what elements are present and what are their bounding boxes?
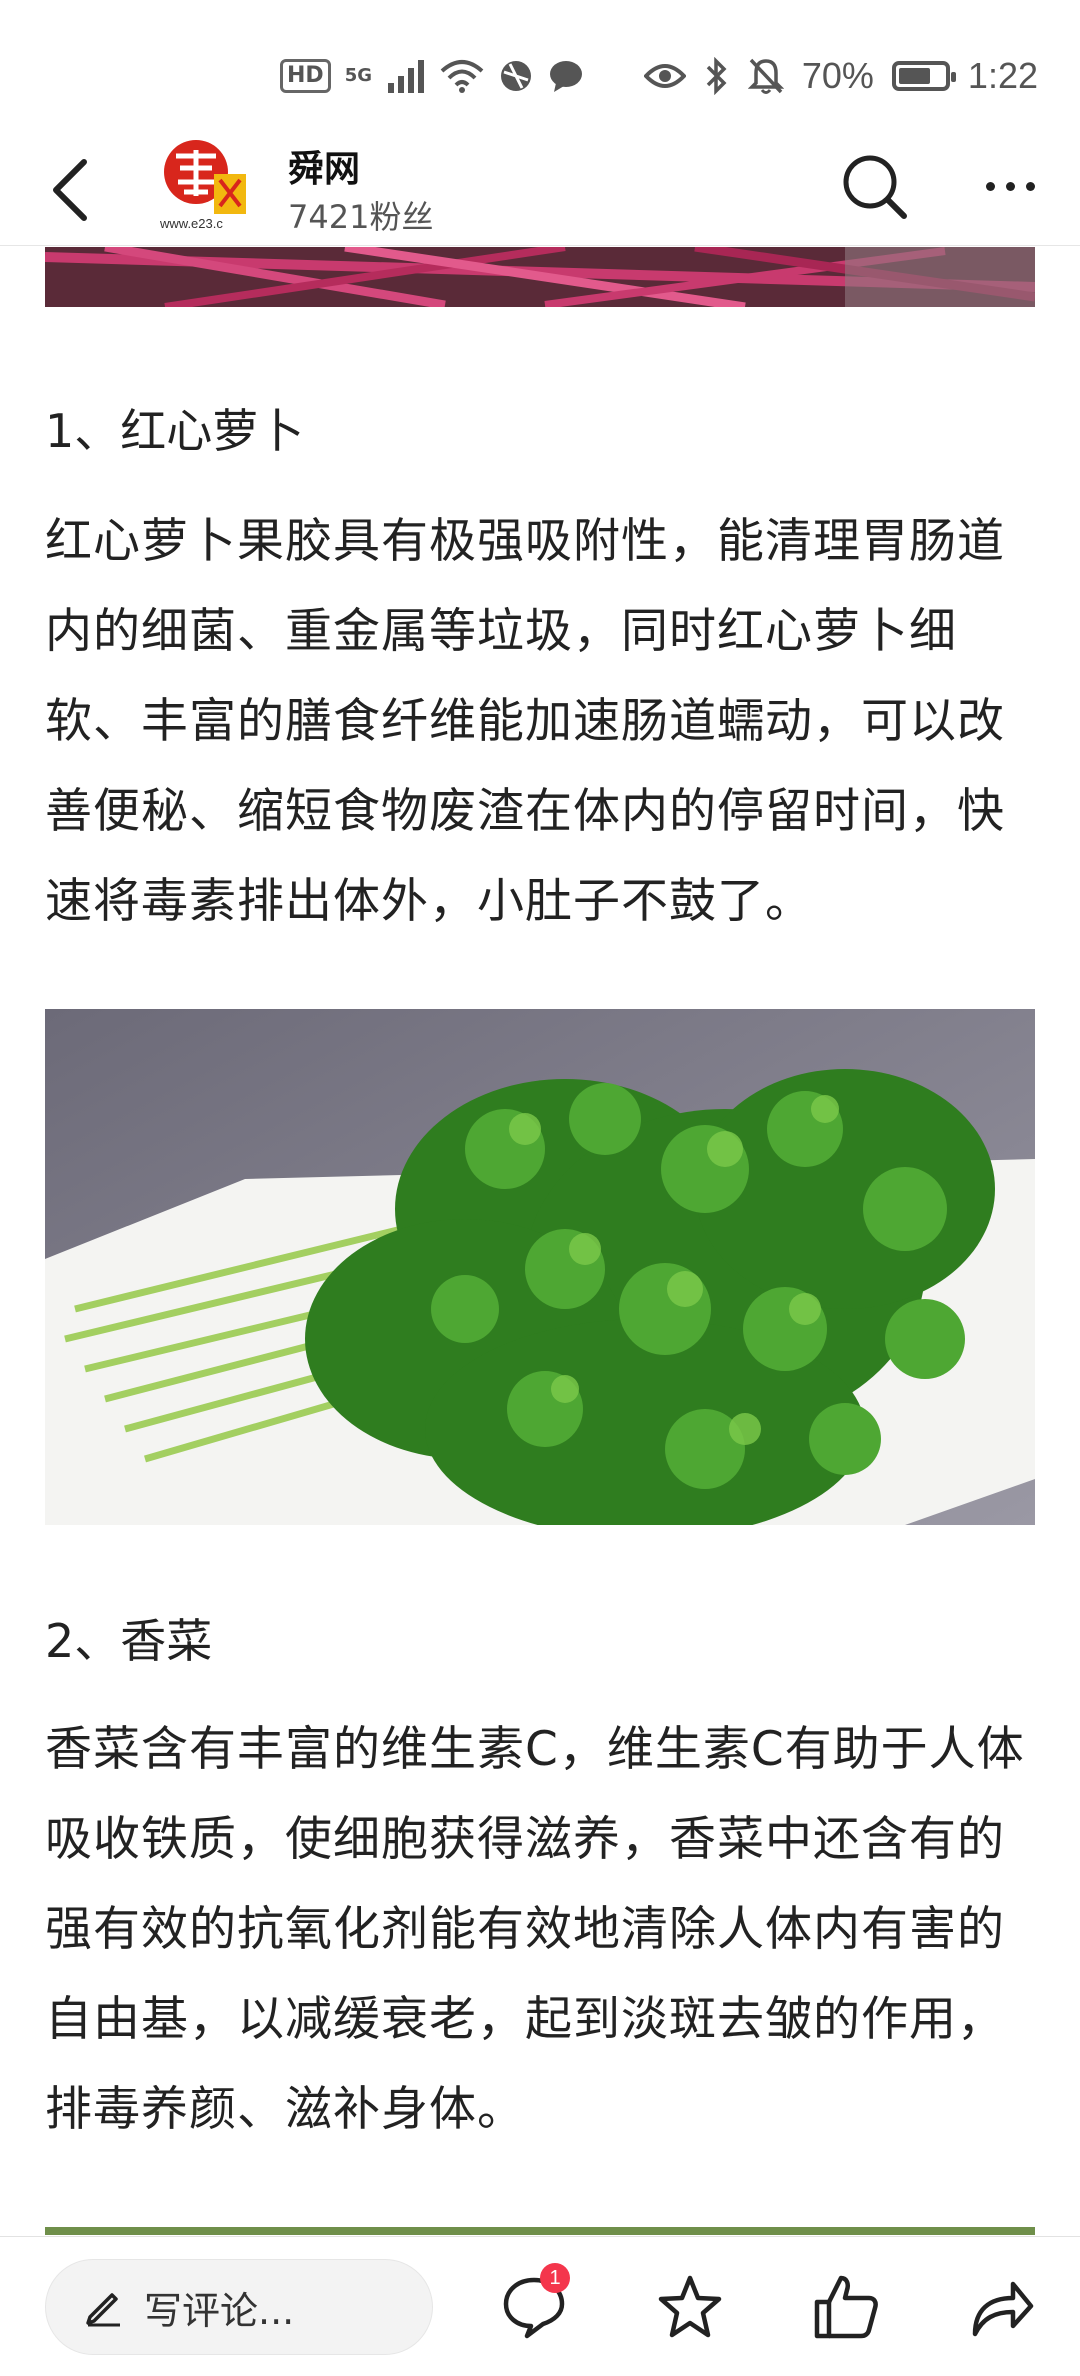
section-1-body: 红心萝卜果胶具有极强吸附性，能清理胃肠道内的细菌、重金属等垃圾，同时红心萝卜细软… <box>45 514 1005 929</box>
more-button[interactable] <box>970 150 1050 222</box>
battery-icon <box>891 61 956 91</box>
account-name[interactable]: 舜网 <box>288 140 360 192</box>
thumbs-up-icon <box>814 2275 878 2339</box>
bluetooth-icon <box>706 57 727 95</box>
follower-count: 7421粉丝 <box>288 198 434 236</box>
message-icon <box>550 61 582 92</box>
account-logo[interactable]: www.e23.c <box>158 136 250 232</box>
favorite-button[interactable] <box>650 2267 730 2347</box>
wifi-icon <box>440 60 484 93</box>
signal-icon <box>388 60 424 93</box>
next-image <box>45 2227 1035 2235</box>
article-header: www.e23.c 舜网 7421粉丝 <box>0 140 1080 246</box>
battery-percent: 70% <box>801 55 874 96</box>
browser-icon <box>501 61 531 91</box>
more-dot-icon <box>1025 181 1035 191</box>
bottom-action-bar: 写评论... 1 <box>0 2236 1080 2376</box>
star-icon <box>658 2275 722 2338</box>
article-body: 1、红心萝卜 红心萝卜果胶具有极强吸附性，能清理胃肠道内的细菌、重金属等垃圾，同… <box>0 247 1080 2235</box>
clock: 1:22 <box>967 55 1038 96</box>
more-dot-icon <box>1005 181 1015 191</box>
share-button[interactable] <box>962 2267 1042 2347</box>
back-button[interactable] <box>40 150 100 230</box>
mute-icon <box>747 58 784 94</box>
like-button[interactable] <box>806 2267 886 2347</box>
status-bar: HD 5G 70% 1:22 <box>0 0 1080 140</box>
comment-placeholder: 写评论... <box>144 2288 295 2333</box>
pen-icon <box>86 2293 120 2327</box>
section-2-title: 2、香菜 <box>45 1614 213 1668</box>
comment-input[interactable]: 写评论... <box>45 2259 433 2355</box>
eye-icon <box>643 64 686 88</box>
more-dot-icon <box>985 181 995 191</box>
section-1-title: 1、红心萝卜 <box>45 404 305 458</box>
search-icon <box>843 155 907 219</box>
svg-text:www.e23.c: www.e23.c <box>159 216 223 231</box>
comment-count-badge: 1 <box>540 2263 570 2293</box>
radish-image <box>45 247 1035 307</box>
share-arrow-icon <box>972 2281 1034 2337</box>
battery-level <box>898 68 930 84</box>
section-2-body: 香菜含有丰富的维生素C，维生素C有助于人体吸收铁质，使细胞获得滋养，香菜中还含有… <box>45 1722 1025 2137</box>
hd-icon: HD <box>280 59 331 93</box>
search-button[interactable] <box>838 150 910 222</box>
network-type: 5G <box>344 65 372 86</box>
status-right: 70% 1:22 <box>643 52 1038 100</box>
cilantro-image <box>45 1009 1035 1525</box>
status-left: HD 5G <box>280 56 584 96</box>
back-arrow-icon <box>53 159 87 221</box>
comments-button[interactable]: 1 <box>494 2263 574 2347</box>
